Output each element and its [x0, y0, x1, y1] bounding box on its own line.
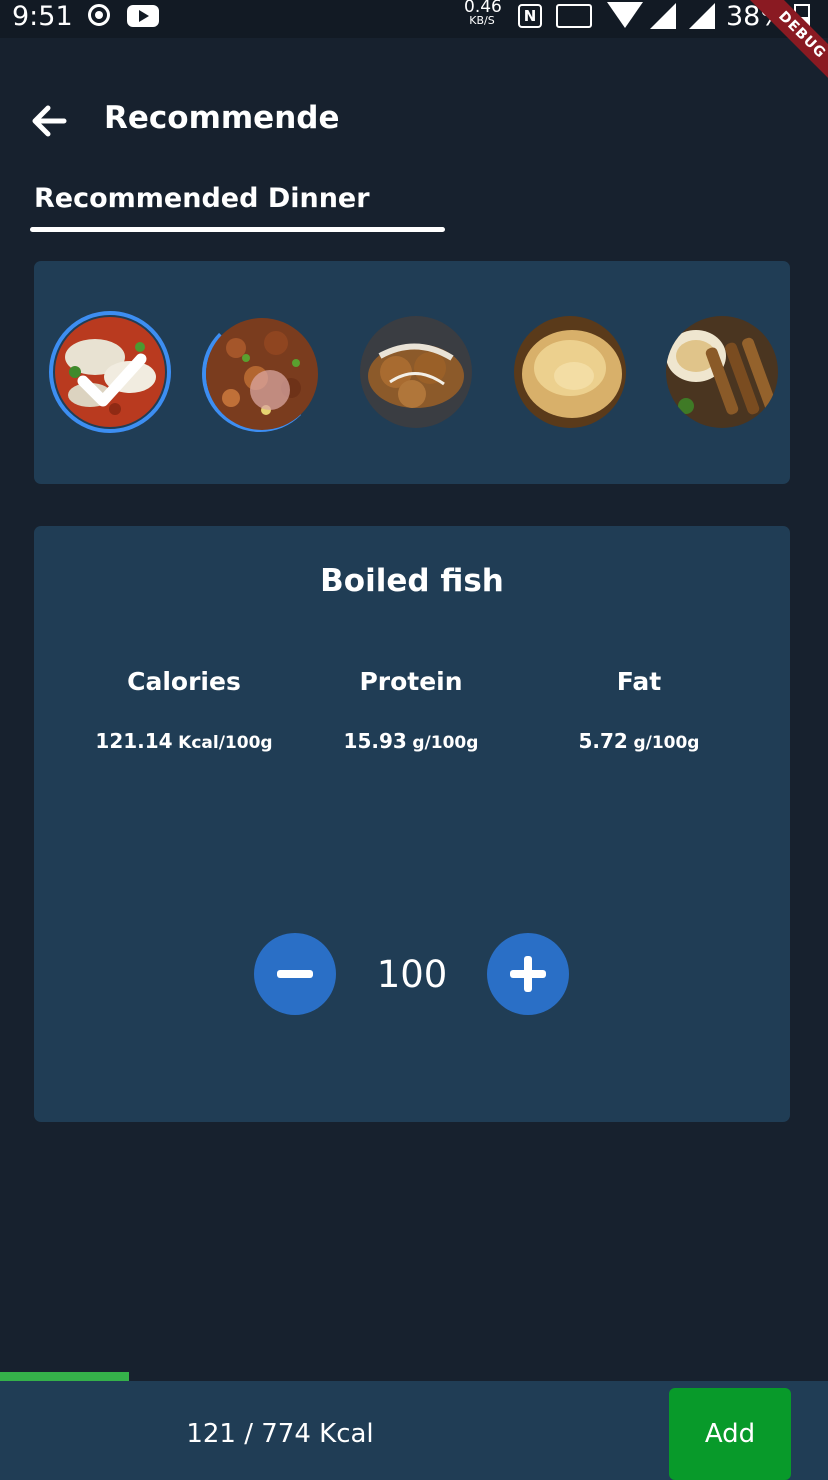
- fat-number: 5.72: [578, 729, 628, 753]
- signal-icon: [689, 3, 715, 29]
- nutrient-value-fat: 5.72 g/100g: [529, 726, 749, 758]
- nutrient-value-protein: 15.93 g/100g: [301, 726, 521, 758]
- add-button[interactable]: Add: [669, 1388, 791, 1480]
- food-item-3[interactable]: [360, 316, 472, 428]
- nutrient-value-calories: 121.14 Kcal/100g: [74, 726, 294, 758]
- fat-unit: g/100g: [633, 733, 700, 753]
- calories-unit: Kcal/100g: [178, 733, 273, 753]
- protein-unit: g/100g: [412, 733, 479, 753]
- minus-icon: [277, 970, 313, 978]
- page-title: Recommende: [104, 100, 340, 136]
- nfc-icon: N: [518, 4, 542, 28]
- calories-number: 121.14: [95, 729, 173, 753]
- tab-indicator: [30, 227, 445, 232]
- youtube-icon: [127, 5, 159, 27]
- quantity-value: 100: [376, 953, 448, 996]
- back-button[interactable]: [28, 100, 70, 142]
- signal-icon: [650, 3, 676, 29]
- status-bar: 9:51 0.46 KB/S N 38%: [0, 0, 828, 38]
- food-detail-card: [34, 526, 790, 1122]
- network-speed: 0.46 KB/S: [464, 0, 502, 28]
- food-name: Boiled fish: [320, 563, 504, 599]
- nutrient-label-calories: Calories: [127, 667, 241, 696]
- tab-recommended-dinner[interactable]: Recommended Dinner: [34, 182, 370, 216]
- food-item-5[interactable]: [666, 316, 778, 428]
- nutrient-label-fat: Fat: [616, 667, 662, 696]
- arrow-left-icon: [32, 105, 67, 137]
- record-icon: [88, 4, 110, 26]
- food-item-2[interactable]: [206, 318, 318, 430]
- network-speed-value: 0.46: [464, 0, 502, 17]
- wifi-icon: [607, 2, 643, 28]
- decrease-button[interactable]: [254, 933, 336, 1015]
- protein-number: 15.93: [343, 729, 407, 753]
- calorie-progress-fill: [0, 1372, 129, 1381]
- plus-icon: [510, 956, 546, 992]
- status-time: 9:51: [12, 1, 73, 32]
- food-item-4[interactable]: [514, 316, 626, 428]
- check-icon: [75, 343, 147, 415]
- kcal-summary: 121 / 774 Kcal: [186, 1419, 374, 1449]
- network-speed-unit: KB/S: [469, 14, 495, 27]
- nutrient-label-protein: Protein: [359, 667, 463, 696]
- increase-button[interactable]: [487, 933, 569, 1015]
- cast-icon: [556, 4, 592, 28]
